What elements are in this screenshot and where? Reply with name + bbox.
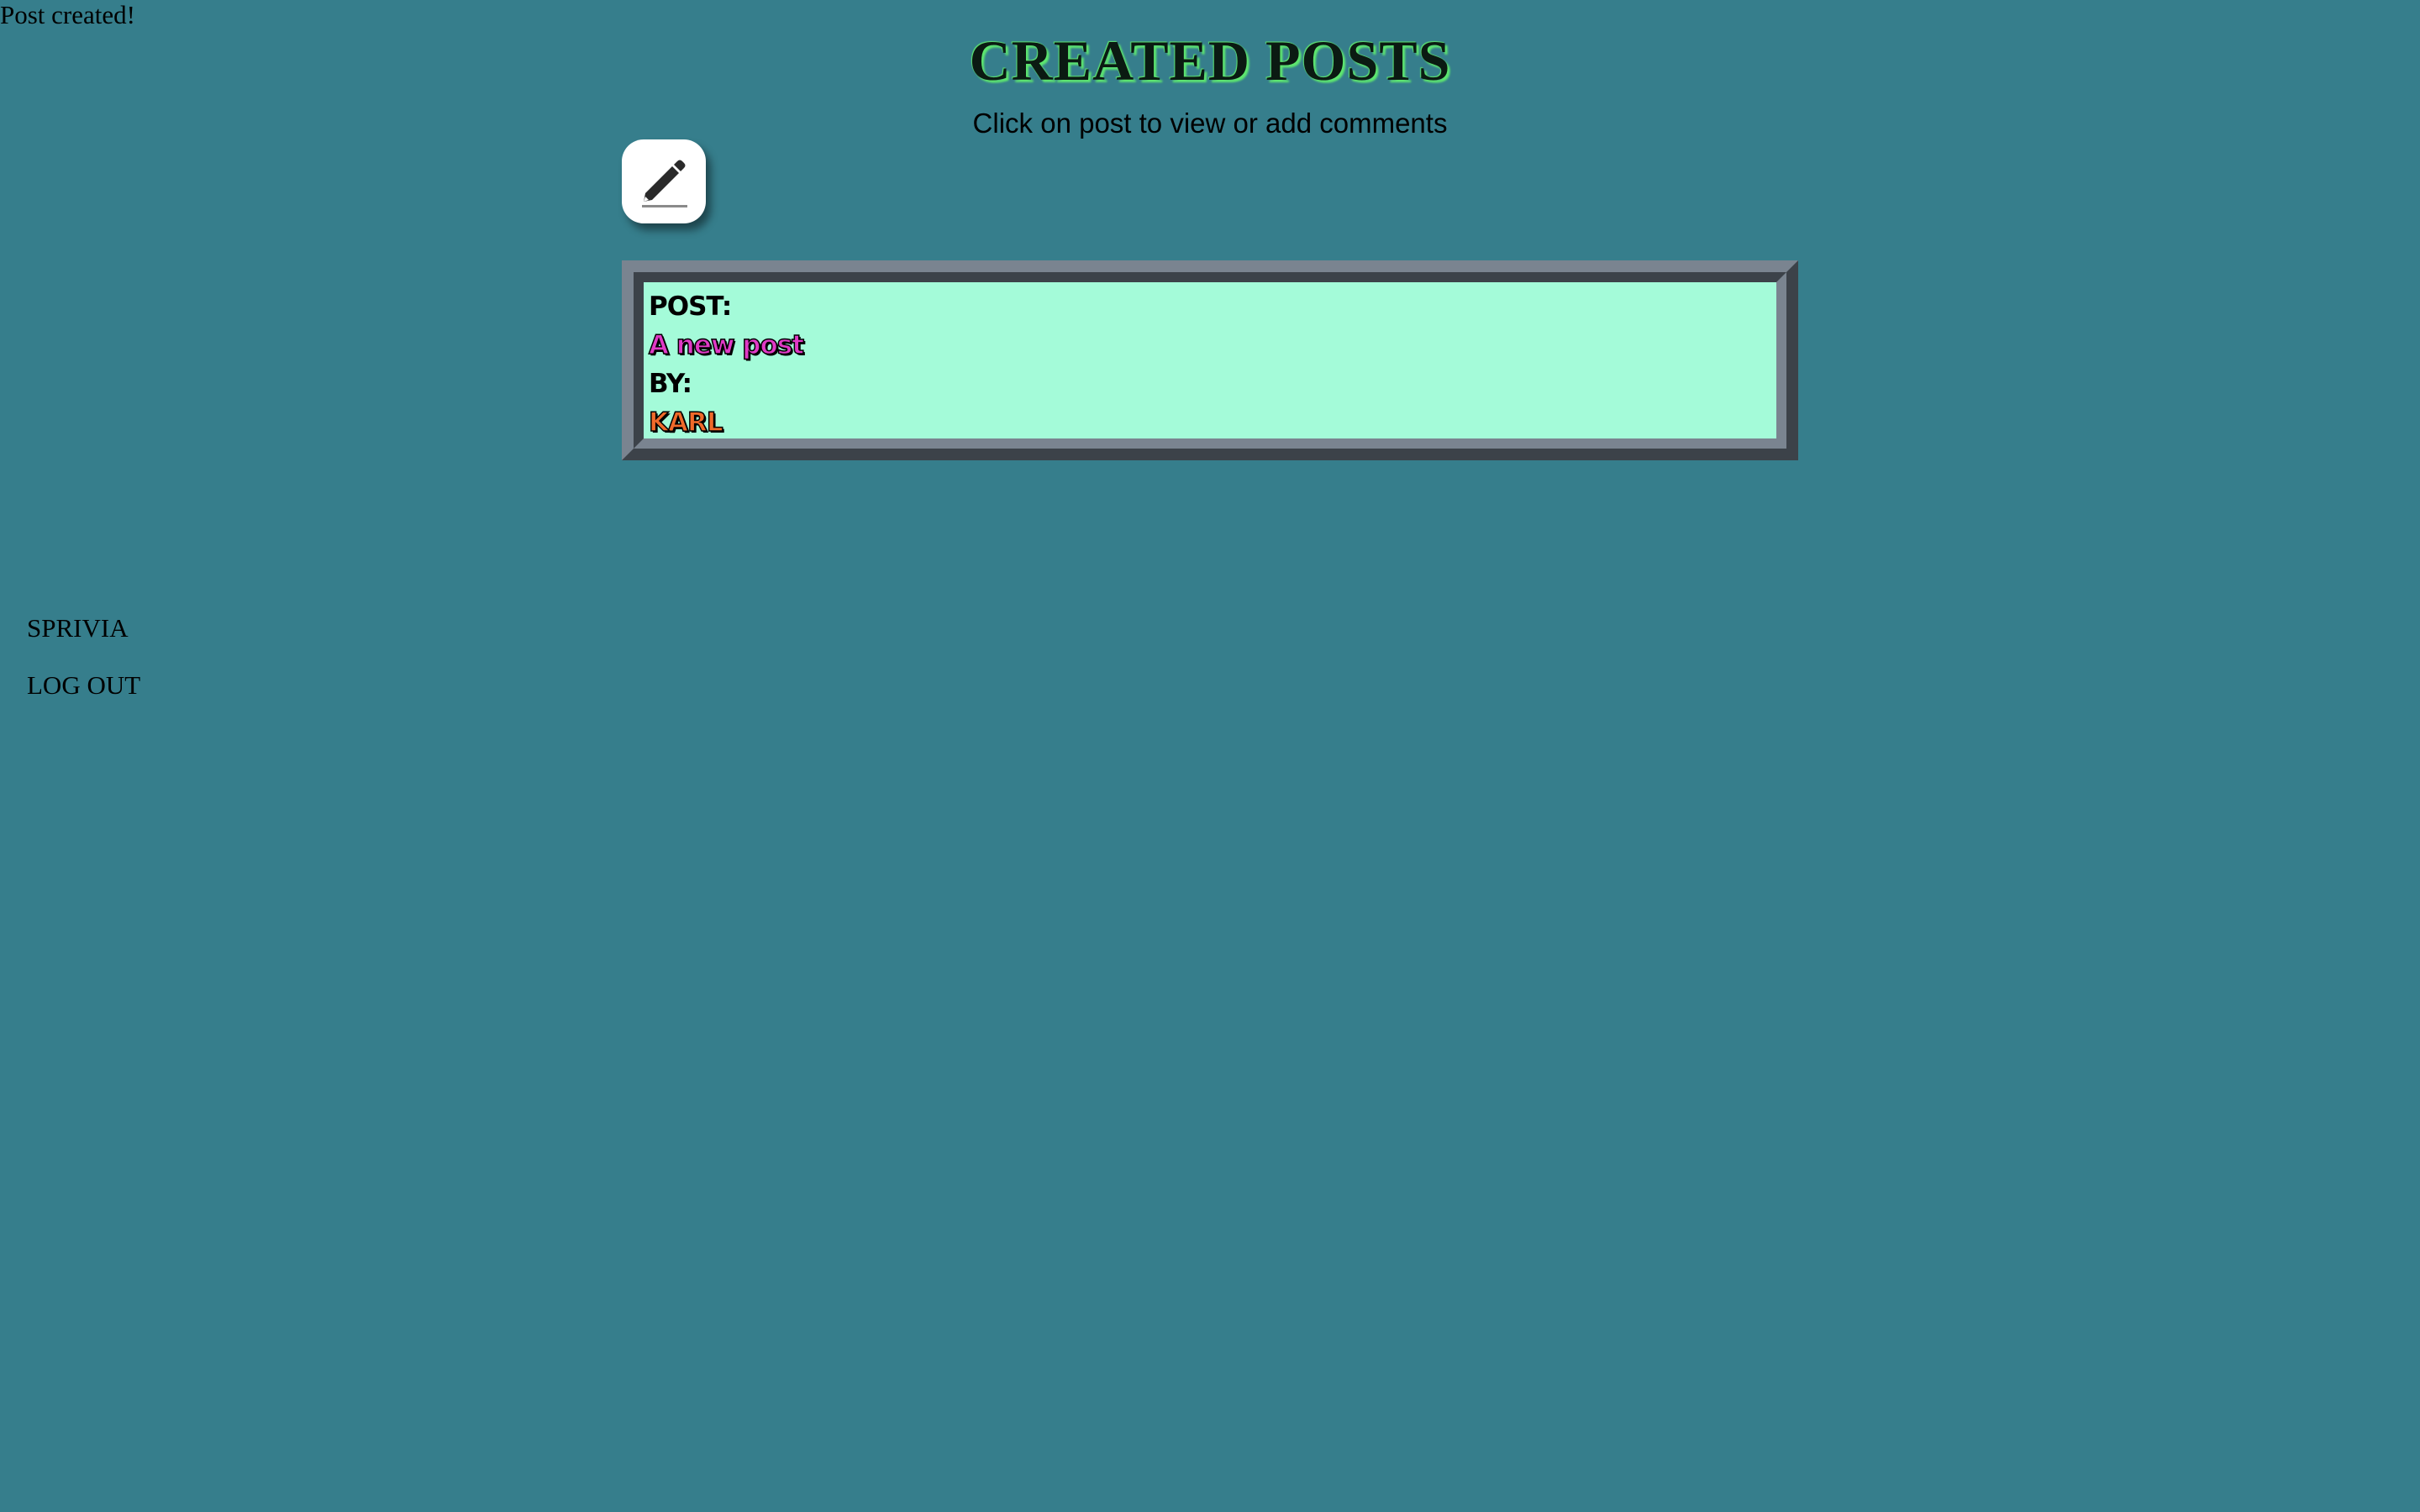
- post-card-body: POST: A new post BY: KARL: [634, 272, 1786, 449]
- post-card[interactable]: POST: A new post BY: KARL: [622, 260, 1798, 460]
- post-author: KARL: [648, 407, 723, 438]
- page-subtitle: Click on post to view or add comments: [972, 108, 1448, 139]
- nav-link-log-out[interactable]: LOG OUT: [27, 669, 140, 702]
- post-title: A new post: [648, 329, 805, 361]
- side-nav: SPRIVIA LOG OUT: [27, 612, 140, 726]
- nav-link-sprivia[interactable]: SPRIVIA: [27, 612, 140, 645]
- create-post-button[interactable]: [622, 139, 706, 223]
- page-title: CREATED POSTS: [969, 29, 1451, 92]
- post-label: POST:: [649, 291, 732, 322]
- pencil-icon: [642, 160, 687, 207]
- author-label: BY:: [649, 369, 692, 399]
